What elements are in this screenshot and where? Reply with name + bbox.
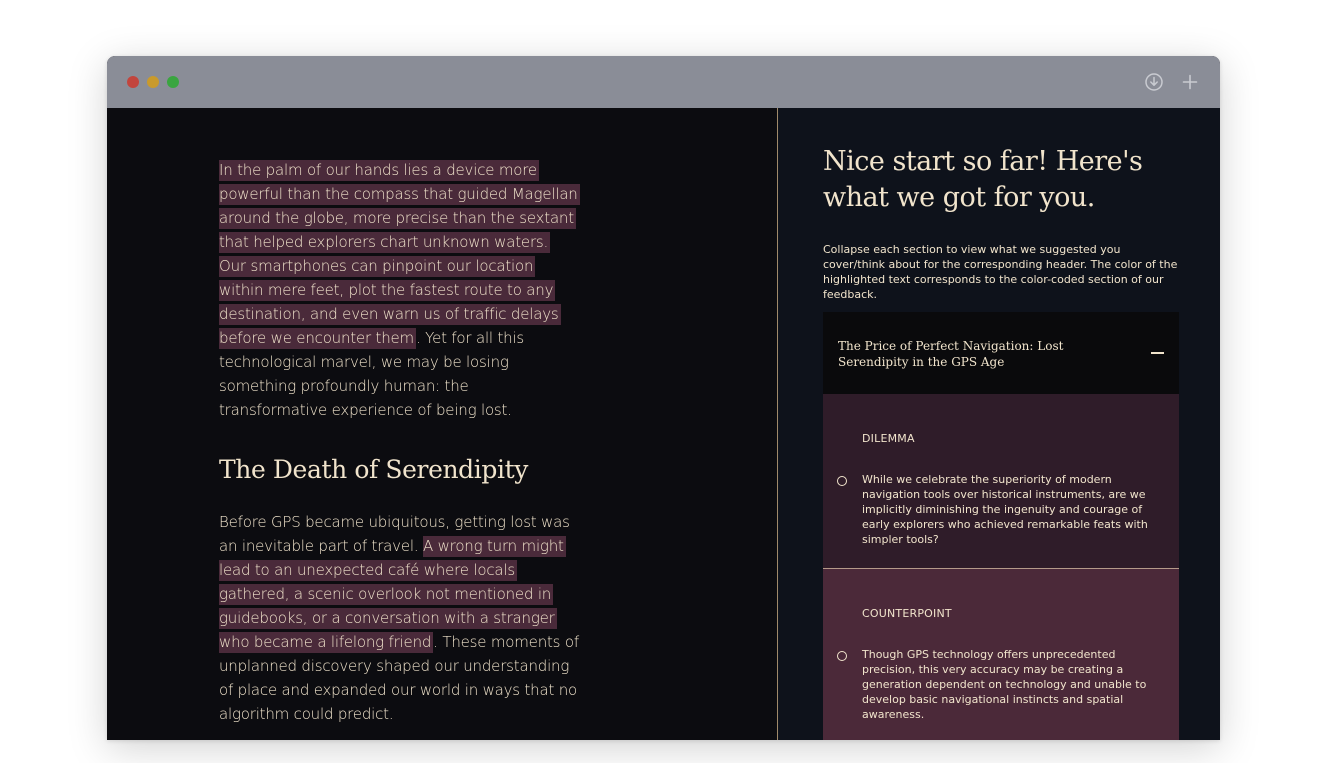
minimize-window-button[interactable] xyxy=(147,76,159,88)
accordion-header[interactable]: The Price of Perfect Navigation: Lost Se… xyxy=(823,312,1179,394)
feedback-description: Collapse each section to view what we su… xyxy=(823,243,1178,301)
feedback-title: Nice start so far! Here's what we got fo… xyxy=(823,146,1143,213)
accordion-title: The Price of Perfect Navigation: Lost Se… xyxy=(838,339,1064,369)
feedback-section-counterpoint: COUNTERPOINT Though GPS technology offer… xyxy=(823,569,1179,740)
highlighted-text[interactable]: In the palm of our hands lies a device m… xyxy=(219,160,580,253)
section-text: Though GPS technology offers unprecedent… xyxy=(862,648,1147,721)
plus-icon[interactable] xyxy=(1180,72,1200,92)
essay-paragraph-1: In the palm of our hands lies a device m… xyxy=(219,158,580,422)
essay-section-heading: The Death of Serendipity xyxy=(219,455,528,484)
close-window-button[interactable] xyxy=(127,76,139,88)
window-titlebar xyxy=(107,56,1220,108)
collapse-minus-icon[interactable] xyxy=(1149,344,1167,362)
feedback-section-dilemma: DILEMMA While we celebrate the superiori… xyxy=(823,394,1179,569)
radio-circle-icon[interactable] xyxy=(837,651,847,661)
feedback-pane: Nice start so far! Here's what we got fo… xyxy=(778,108,1220,740)
section-text: While we celebrate the superiority of mo… xyxy=(862,473,1148,546)
maximize-window-button[interactable] xyxy=(167,76,179,88)
download-icon[interactable] xyxy=(1144,72,1164,92)
section-label: COUNTERPOINT xyxy=(862,607,952,620)
essay-pane: In the palm of our hands lies a device m… xyxy=(107,108,777,740)
section-label: DILEMMA xyxy=(862,432,915,445)
radio-circle-icon[interactable] xyxy=(837,476,847,486)
browser-window: In the palm of our hands lies a device m… xyxy=(107,56,1220,740)
essay-paragraph-2: Before GPS became ubiquitous, getting lo… xyxy=(219,510,579,726)
essay-content: In the palm of our hands lies a device m… xyxy=(219,158,580,726)
feedback-accordion: The Price of Perfect Navigation: Lost Se… xyxy=(823,312,1179,740)
